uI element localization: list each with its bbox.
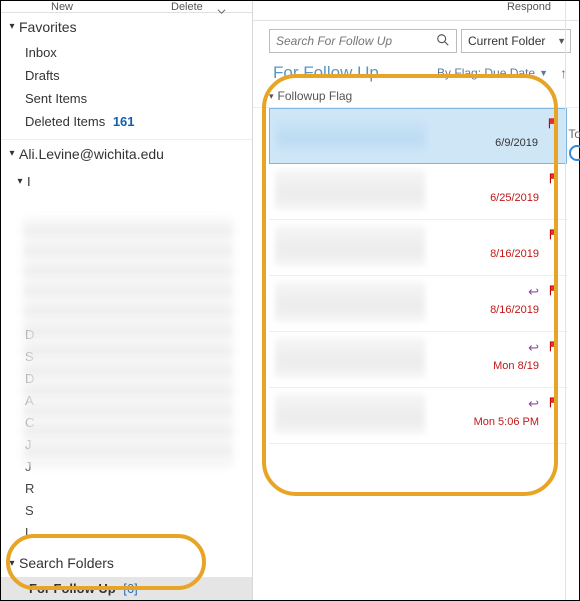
caret-down-icon: ▾ <box>7 148 17 159</box>
redacted-region <box>275 394 425 434</box>
folder-count: [6] <box>123 581 137 596</box>
chevron-down-icon: ▼ <box>539 68 548 78</box>
group-header[interactable]: ▾ Followup Flag <box>253 85 579 108</box>
message-date: 8/16/2019 <box>490 304 539 316</box>
flag-icon[interactable] <box>548 228 561 241</box>
flag-icon[interactable] <box>547 117 560 130</box>
flag-icon[interactable] <box>548 284 561 297</box>
ribbon-group-respond: Respond <box>507 1 551 13</box>
search-folders-header[interactable]: ▾ Search Folders <box>1 547 252 577</box>
folder-label: Sent Items <box>25 91 87 106</box>
truncated-folder[interactable]: L <box>1 525 252 547</box>
message-row[interactable]: 6/9/2019 <box>269 108 567 164</box>
truncated-folder[interactable]: S <box>1 503 252 525</box>
search-icon[interactable] <box>436 33 450 50</box>
folder-label: Drafts <box>25 68 60 83</box>
search-scope-label: Current Folder <box>468 34 545 48</box>
inbox-expanded-header[interactable]: ▾ I <box>1 168 252 195</box>
folder-deleted-items[interactable]: Deleted Items 161 <box>1 110 252 133</box>
message-date: 8/16/2019 <box>490 248 539 260</box>
to-label: To <box>568 127 580 141</box>
truncated-label: I <box>27 174 31 189</box>
reply-icon: ↩ <box>528 284 539 300</box>
message-date: Mon 5:06 PM <box>474 416 539 428</box>
caret-down-icon: ▾ <box>269 91 274 102</box>
favorites-label: Favorites <box>19 19 77 35</box>
folder-label: For Follow Up <box>29 581 116 596</box>
message-row[interactable]: ↩ Mon 5:06 PM <box>269 388 567 444</box>
redacted-region <box>276 115 426 155</box>
ribbon-group-delete: Delete <box>171 1 203 13</box>
flag-icon[interactable] <box>548 340 561 353</box>
account-label: Ali.Levine@wichita.edu <box>19 146 164 162</box>
redacted-region <box>23 217 233 467</box>
search-input[interactable]: Search For Follow Up <box>269 29 457 53</box>
sort-selector[interactable]: By Flag: Due Date ▼ <box>437 66 548 80</box>
search-folder-for-follow-up[interactable]: For Follow Up [6] <box>1 577 252 600</box>
message-date: Mon 8/19 <box>493 360 539 372</box>
redacted-region <box>275 282 425 322</box>
group-label: Followup Flag <box>278 89 353 103</box>
folder-label: Deleted Items <box>25 114 105 129</box>
redacted-region <box>275 170 425 210</box>
caret-down-icon: ▾ <box>7 558 17 569</box>
pane-collapse-icon[interactable] <box>217 7 226 16</box>
flag-icon[interactable] <box>548 172 561 185</box>
folder-inbox[interactable]: Inbox <box>1 41 252 64</box>
redacted-region <box>275 338 425 378</box>
message-row[interactable]: 6/25/2019 <box>269 164 567 220</box>
message-row[interactable]: 8/16/2019 <box>269 220 567 276</box>
caret-down-icon: ▾ <box>15 176 25 187</box>
message-date: 6/25/2019 <box>490 192 539 204</box>
search-folders-label: Search Folders <box>19 555 114 571</box>
reply-icon: ↩ <box>528 340 539 356</box>
folder-sent-items[interactable]: Sent Items <box>1 87 252 110</box>
folder-count: 161 <box>113 114 135 129</box>
ribbon-group-new: New <box>51 1 73 13</box>
redacted-region <box>275 226 425 266</box>
search-scope-dropdown[interactable]: Current Folder ▼ <box>461 29 571 53</box>
sort-label: By Flag: Due Date <box>437 66 535 80</box>
folder-drafts[interactable]: Drafts <box>1 64 252 87</box>
reply-icon: ↩ <box>528 396 539 412</box>
flag-icon[interactable] <box>548 396 561 409</box>
truncated-folder[interactable]: R <box>1 481 252 503</box>
message-date: 6/9/2019 <box>495 137 538 149</box>
folder-label: Inbox <box>25 45 57 60</box>
message-row[interactable]: ↩ Mon 8/19 <box>269 332 567 388</box>
list-title: For Follow Up <box>273 63 379 83</box>
caret-down-icon: ▾ <box>7 21 17 32</box>
search-placeholder: Search For Follow Up <box>276 34 392 48</box>
favorites-header[interactable]: ▾ Favorites <box>1 13 252 41</box>
presence-icon <box>569 145 580 161</box>
message-row[interactable]: ↩ 8/16/2019 <box>269 276 567 332</box>
reading-pane-sliver <box>565 1 579 600</box>
account-header[interactable]: ▾ Ali.Levine@wichita.edu <box>1 139 252 168</box>
